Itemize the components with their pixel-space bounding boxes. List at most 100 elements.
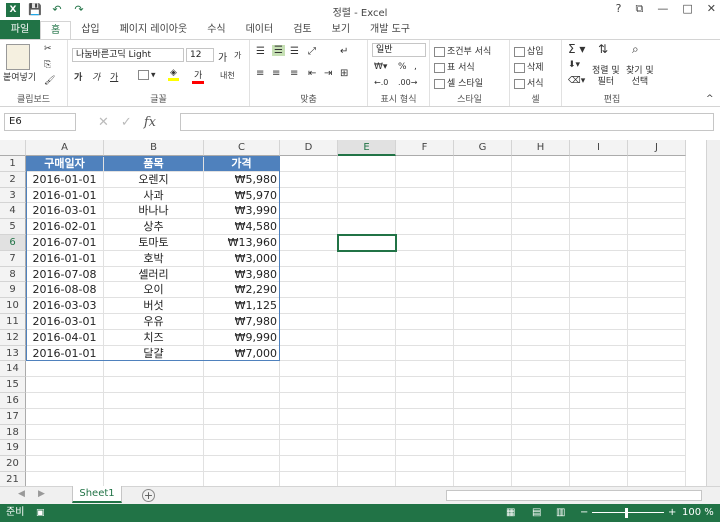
- grid-cell[interactable]: [570, 298, 628, 314]
- sort-filter-icon[interactable]: ⇅: [598, 42, 608, 56]
- grid-cell[interactable]: [512, 361, 570, 378]
- grid-cell[interactable]: [570, 187, 628, 204]
- grid-cell[interactable]: [570, 266, 628, 283]
- phonetic-button[interactable]: 내천: [220, 70, 235, 81]
- row-header[interactable]: 19: [0, 440, 26, 457]
- row-header[interactable]: 5: [0, 219, 26, 235]
- grid-cell[interactable]: [280, 298, 338, 314]
- bold-button[interactable]: 가: [74, 70, 82, 83]
- grid-cell[interactable]: [104, 440, 204, 457]
- grid-cell[interactable]: [512, 345, 570, 362]
- grid-cell[interactable]: [512, 377, 570, 393]
- column-header[interactable]: C: [204, 140, 280, 156]
- grid-cell[interactable]: [628, 298, 686, 314]
- grid-cell[interactable]: [512, 171, 570, 188]
- increase-decimal-icon[interactable]: ←.0: [374, 78, 388, 87]
- grid-cell[interactable]: [512, 456, 570, 472]
- delete-cells-button[interactable]: 삭제: [514, 60, 544, 73]
- next-sheet-icon[interactable]: ▶: [38, 489, 45, 499]
- grid-cell[interactable]: [628, 408, 686, 425]
- grid-cell[interactable]: [280, 203, 338, 220]
- grid-cell[interactable]: [338, 171, 396, 188]
- row-header[interactable]: 7: [0, 250, 26, 267]
- grid-cell[interactable]: [628, 329, 686, 346]
- grid-cell[interactable]: [396, 156, 454, 172]
- grid-cell[interactable]: [512, 219, 570, 235]
- grid-cell[interactable]: [570, 203, 628, 220]
- copy-icon[interactable]: ⎘: [44, 60, 51, 70]
- grid-cell[interactable]: [104, 408, 204, 425]
- grid-cell[interactable]: [628, 235, 686, 251]
- grid-cell[interactable]: [570, 314, 628, 330]
- grid-cell[interactable]: [338, 282, 396, 299]
- grid-cell[interactable]: [396, 235, 454, 251]
- grid-cell[interactable]: [280, 393, 338, 409]
- grid-cell[interactable]: [512, 282, 570, 299]
- grid-cell[interactable]: [26, 424, 104, 441]
- row-header[interactable]: 20: [0, 456, 26, 472]
- grid-cell[interactable]: [396, 171, 454, 188]
- page-layout-view-icon[interactable]: ▤: [532, 504, 541, 522]
- grid-cell[interactable]: [628, 156, 686, 172]
- format-cells-button[interactable]: 서식: [514, 76, 544, 89]
- grid-cell[interactable]: [512, 187, 570, 204]
- grid-cell[interactable]: [628, 314, 686, 330]
- column-header[interactable]: H: [512, 140, 570, 156]
- grid-cell[interactable]: [454, 472, 512, 486]
- grid-cell[interactable]: [454, 282, 512, 299]
- grid-cell[interactable]: [104, 393, 204, 409]
- sheet-tab[interactable]: Sheet1: [72, 486, 122, 503]
- grid-cell[interactable]: [338, 472, 396, 486]
- italic-button[interactable]: 가: [92, 70, 100, 83]
- currency-icon[interactable]: ₩▾: [374, 62, 387, 72]
- grid-cell[interactable]: [26, 456, 104, 472]
- grid-cell[interactable]: [628, 345, 686, 362]
- grid-cell[interactable]: [280, 250, 338, 267]
- grid-cell[interactable]: [512, 440, 570, 457]
- vertical-scrollbar[interactable]: [706, 140, 720, 486]
- grid-cell[interactable]: [338, 187, 396, 204]
- grid-cell[interactable]: [570, 235, 628, 251]
- grid-cell[interactable]: [396, 203, 454, 220]
- grid-cell[interactable]: [570, 456, 628, 472]
- grid-cell[interactable]: [512, 250, 570, 267]
- grid-cell[interactable]: [454, 329, 512, 346]
- grid-cell[interactable]: [280, 345, 338, 362]
- zoom-level[interactable]: 100 %: [682, 504, 714, 522]
- grid-cell[interactable]: [280, 377, 338, 393]
- spreadsheet-grid[interactable]: A B C D E F G H I J 1 구매일자 품목 가격 2 2016-01-01 오렌지 ₩5,980 3…: [0, 140, 706, 486]
- grid-cell[interactable]: [338, 408, 396, 425]
- grid-cell[interactable]: [280, 361, 338, 378]
- row-header[interactable]: 21: [0, 472, 26, 486]
- grid-cell[interactable]: [512, 314, 570, 330]
- grid-cell[interactable]: [204, 361, 280, 378]
- macro-record-icon[interactable]: ▣: [36, 504, 45, 522]
- grid-cell[interactable]: [396, 282, 454, 299]
- grid-cell[interactable]: [204, 472, 280, 486]
- grid-cell[interactable]: [280, 219, 338, 235]
- wrap-text-icon[interactable]: ↵: [340, 46, 348, 57]
- number-format-select[interactable]: 일반: [372, 43, 426, 57]
- underline-button[interactable]: 가: [110, 70, 118, 83]
- tab-insert[interactable]: 삽입: [71, 20, 109, 40]
- grid-cell[interactable]: [26, 408, 104, 425]
- grid-cell[interactable]: [338, 393, 396, 409]
- tab-page-layout[interactable]: 페이지 레이아웃: [110, 20, 198, 40]
- grid-cell[interactable]: [396, 250, 454, 267]
- zoom-slider[interactable]: [592, 512, 664, 513]
- fill-icon[interactable]: ⬇▾: [568, 60, 580, 70]
- grid-cell[interactable]: [454, 219, 512, 235]
- grid-cell[interactable]: [454, 424, 512, 441]
- grid-cell[interactable]: [280, 266, 338, 283]
- grid-cell[interactable]: [628, 456, 686, 472]
- page-break-view-icon[interactable]: ▥: [556, 504, 565, 522]
- grid-cell[interactable]: [396, 408, 454, 425]
- grid-cell[interactable]: [628, 187, 686, 204]
- font-color-button[interactable]: 가: [192, 68, 205, 84]
- align-right-icon[interactable]: ≡: [290, 68, 298, 79]
- grid-cell[interactable]: [570, 250, 628, 267]
- row-header[interactable]: 13: [0, 345, 26, 362]
- orientation-icon[interactable]: ⤢: [308, 46, 316, 57]
- grid-cell[interactable]: [628, 203, 686, 220]
- column-header[interactable]: A: [26, 140, 104, 156]
